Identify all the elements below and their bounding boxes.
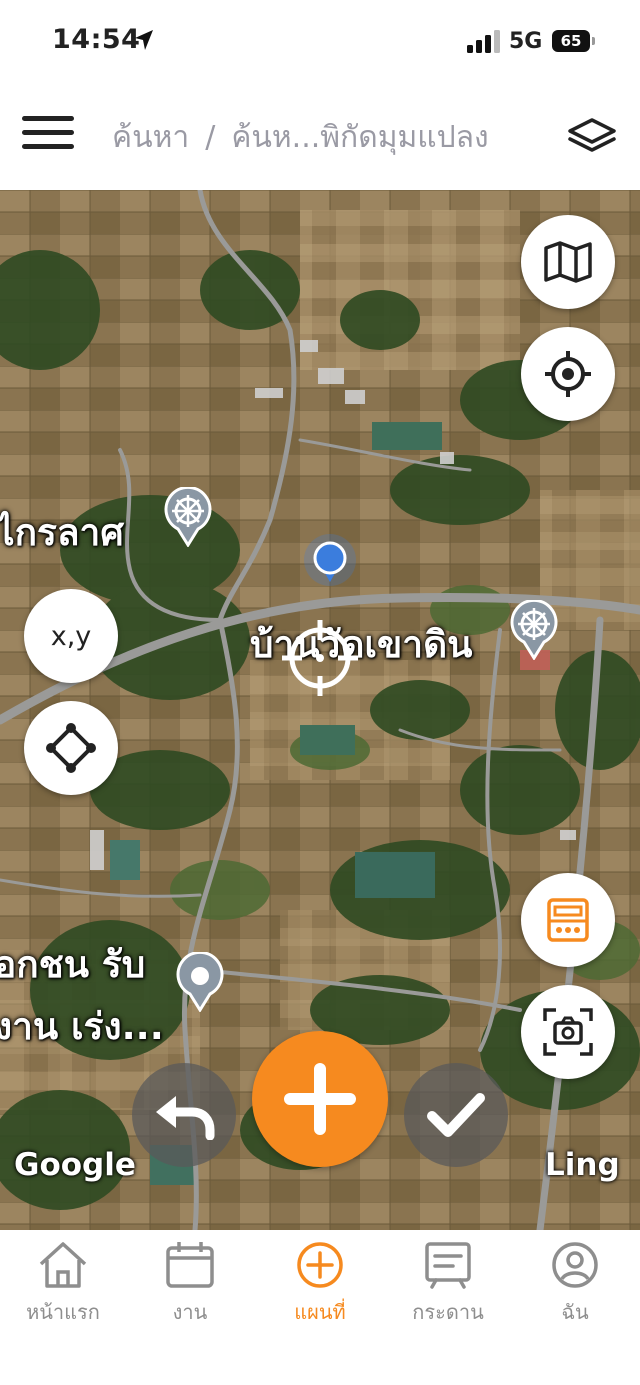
temple-pin-icon[interactable] [508, 600, 560, 660]
app-bar: ค้นหา / ค้นห...พิกัดมุมแปลง [0, 86, 640, 190]
battery-tip [592, 37, 595, 45]
calculator-button[interactable] [521, 873, 615, 967]
tab-board[interactable]: กระดาน [393, 1240, 503, 1328]
home-icon [39, 1242, 87, 1288]
center-crosshair-icon [282, 620, 358, 696]
plus-circle-icon [297, 1242, 343, 1288]
breadcrumb-item-current: ค้นห...พิกัดมุมแปลง [231, 120, 489, 155]
plus-icon [284, 1063, 356, 1135]
board-icon [425, 1242, 471, 1289]
polygon-icon [46, 723, 96, 773]
network-type: 5G [509, 29, 543, 54]
status-time: 14:54 [52, 24, 141, 55]
crosshair-icon [545, 351, 591, 397]
status-bar: 14:54 5G 65 [0, 0, 640, 86]
breadcrumb: ค้นหา / ค้นห...พิกัดมุมแปลง [112, 114, 489, 161]
calculator-icon [547, 898, 589, 942]
map-label-temple-left: ไกรลาศ [0, 511, 124, 554]
locate-me-button[interactable] [521, 327, 615, 421]
polygon-button[interactable] [24, 701, 118, 795]
confirm-button[interactable] [404, 1063, 508, 1167]
hamburger-menu-icon[interactable] [22, 116, 74, 156]
xy-coordinate-button[interactable]: x,y [24, 589, 118, 683]
current-location-dot [304, 534, 356, 586]
tab-map-label: แผนที่ [294, 1300, 346, 1324]
google-attribution: Google [14, 1147, 136, 1183]
bottom-tab-bar: หน้าแรก งาน แผนที่ กระดาน ฉัน [0, 1230, 640, 1385]
user-icon [552, 1242, 598, 1288]
check-icon [427, 1093, 485, 1137]
tab-jobs[interactable]: งาน [135, 1240, 245, 1328]
map-label-poi-line1: อกชน รับ [0, 943, 146, 986]
location-arrow-icon [135, 30, 153, 50]
breadcrumb-item-search[interactable]: ค้นหา [112, 120, 189, 155]
tab-jobs-label: งาน [172, 1300, 208, 1324]
breadcrumb-separator: / [205, 120, 216, 155]
layers-icon[interactable] [566, 114, 618, 158]
calendar-icon [166, 1242, 214, 1288]
tab-me[interactable]: ฉัน [520, 1240, 630, 1328]
place-pin-icon[interactable] [174, 952, 226, 1012]
map-label-poi-line2: งาน เร่ง... [0, 1005, 164, 1048]
satellite-map[interactable]: ไกรลาศ บ้านวัดเขาดิน อกชน รับ งาน เร่ง..… [0, 190, 640, 1230]
undo-icon [156, 1096, 215, 1140]
camera-icon [543, 1008, 593, 1056]
tab-home[interactable]: หน้าแรก [8, 1240, 118, 1328]
tab-home-label: หน้าแรก [26, 1300, 100, 1324]
map-type-button[interactable] [521, 215, 615, 309]
tab-me-label: ฉัน [561, 1300, 589, 1324]
undo-button[interactable] [132, 1063, 236, 1167]
screenshot-button[interactable] [521, 985, 615, 1079]
add-point-button[interactable] [252, 1031, 388, 1167]
signal-icon [467, 30, 500, 53]
temple-pin-icon[interactable] [162, 487, 214, 547]
tab-map[interactable]: แผนที่ [265, 1240, 375, 1328]
map-icon [544, 241, 592, 283]
battery-indicator: 65 [552, 30, 590, 52]
tab-board-label: กระดาน [412, 1300, 484, 1324]
ling-attribution: Ling [545, 1147, 620, 1183]
